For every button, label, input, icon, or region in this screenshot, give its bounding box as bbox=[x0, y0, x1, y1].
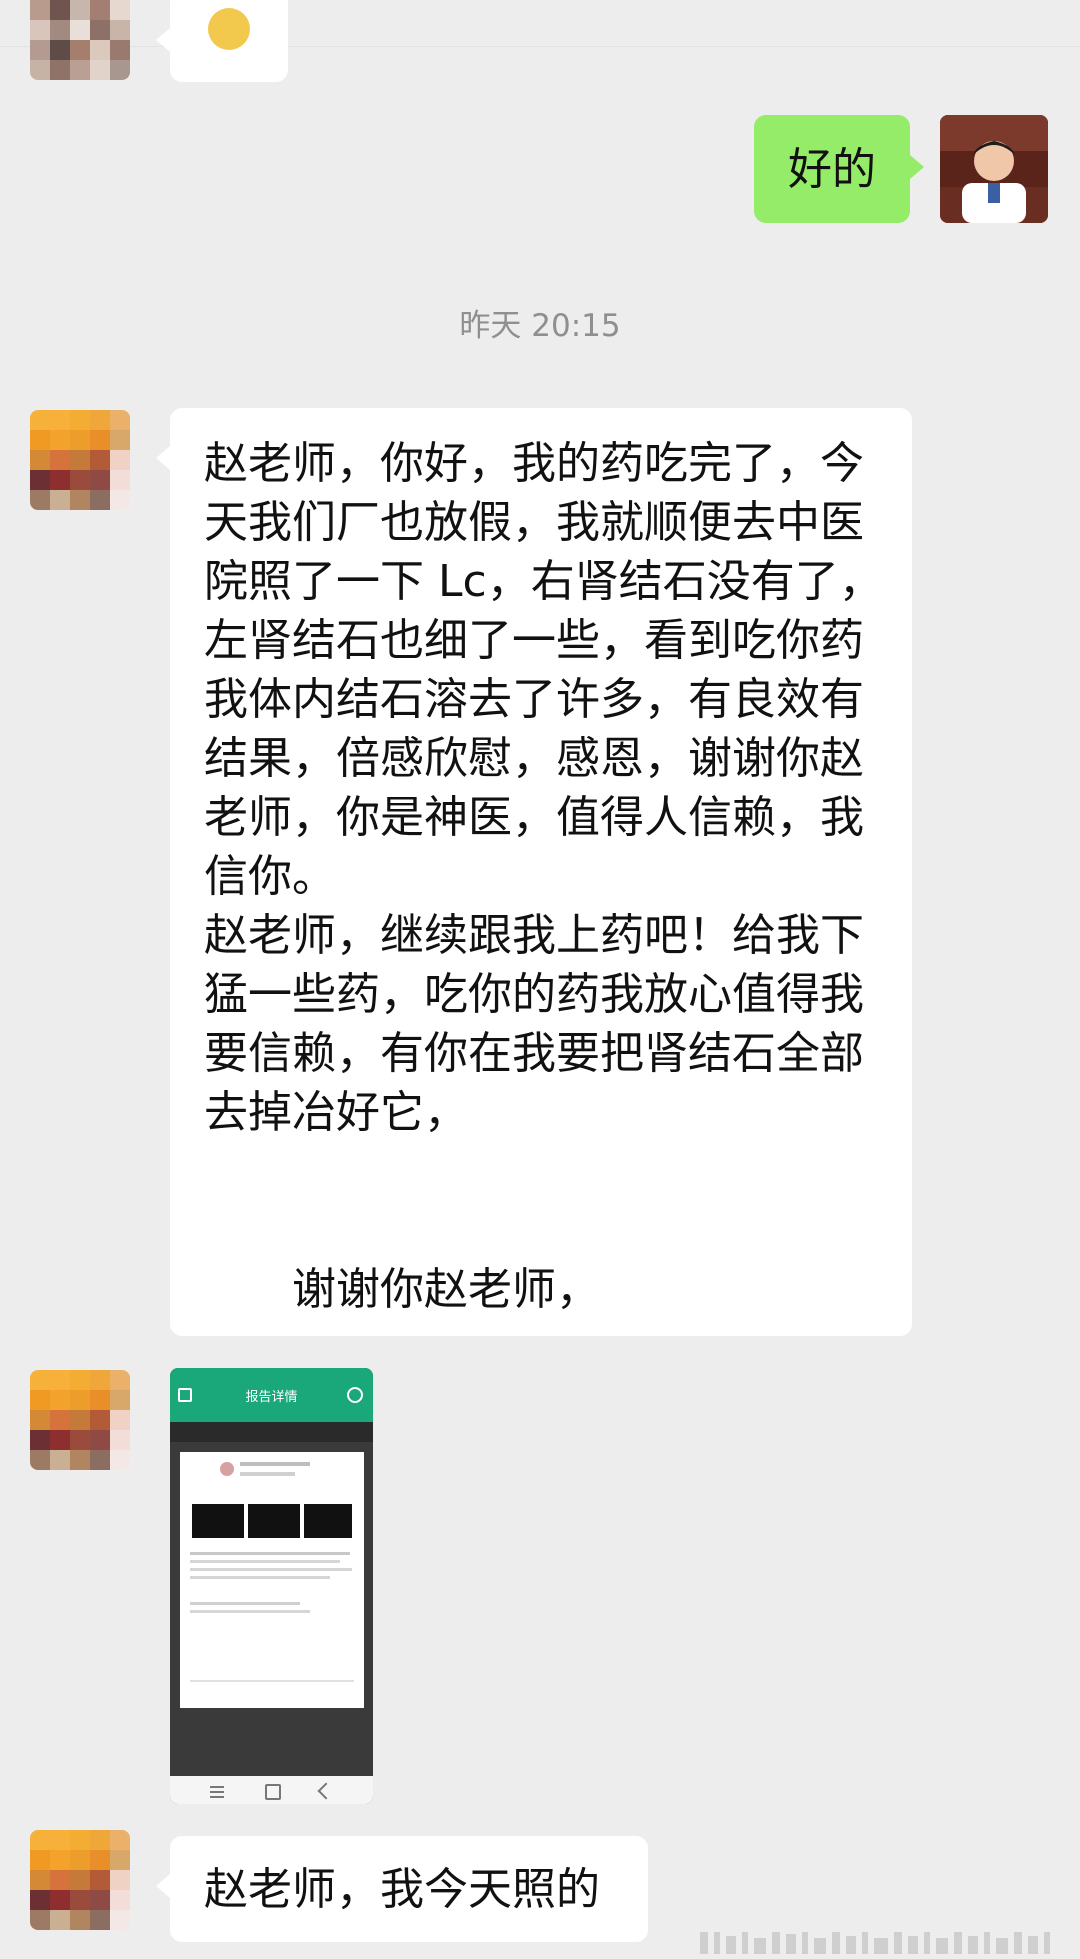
contact-avatar[interactable] bbox=[30, 1370, 130, 1470]
message-bubble-self[interactable]: 好的 bbox=[754, 115, 924, 223]
back-icon bbox=[317, 1782, 335, 1800]
pixelated-avatar-icon bbox=[30, 1370, 130, 1470]
ultrasound-image bbox=[248, 1504, 300, 1538]
contact-avatar[interactable] bbox=[30, 1830, 130, 1930]
message-line: 信你。 bbox=[204, 851, 336, 902]
watermark-bars-icon bbox=[700, 1932, 1050, 1954]
report-signature-line bbox=[190, 1680, 354, 1682]
message-line: 天我们厂也放假，我就顺便去中医 bbox=[204, 497, 864, 548]
message-line: 结果，倍感欣慰，感恩，谢谢你赵 bbox=[204, 733, 864, 784]
message-text: 好的 bbox=[788, 143, 876, 195]
report-text-line bbox=[190, 1610, 310, 1613]
message-line: 赵老师，继续跟我上药吧！给我下 bbox=[204, 910, 864, 961]
message-line: 院照了一下 Lc，右肾结石没有了， bbox=[204, 556, 883, 607]
report-text-line bbox=[190, 1560, 340, 1563]
report-text-line bbox=[190, 1568, 352, 1571]
message-text: 赵老师，我今天照的 bbox=[204, 1864, 600, 1915]
message-line: 我体内结石溶去了许多，有良效有 bbox=[204, 674, 864, 725]
report-text-line bbox=[190, 1602, 300, 1605]
report-header-bar: 报告详情 bbox=[170, 1368, 373, 1422]
message-line: 老师，你是神医，值得人信赖，我 bbox=[204, 792, 864, 843]
home-nav-icon bbox=[265, 1784, 281, 1800]
report-heading-line bbox=[240, 1472, 295, 1476]
message-line bbox=[204, 1142, 894, 1201]
report-text-line bbox=[190, 1576, 330, 1579]
pixelated-avatar-icon bbox=[30, 410, 130, 510]
message-line: 赵老师，你好，我的药吃完了，今 bbox=[204, 438, 864, 489]
report-navbar bbox=[170, 1776, 373, 1804]
doctor-avatar-icon bbox=[940, 115, 1048, 223]
message-bubble-top[interactable] bbox=[156, 0, 288, 82]
report-image-message[interactable]: 报告详情 bbox=[170, 1368, 373, 1804]
report-page bbox=[180, 1452, 364, 1708]
doctor-avatar[interactable] bbox=[940, 115, 1048, 223]
report-heading-line bbox=[240, 1462, 310, 1466]
more-icon bbox=[347, 1387, 363, 1403]
home-icon bbox=[178, 1388, 192, 1402]
chat-timestamp: 昨天 20:15 bbox=[459, 308, 621, 344]
report-text-line bbox=[190, 1552, 350, 1555]
emoji-icon bbox=[208, 8, 250, 50]
hospital-logo-icon bbox=[220, 1462, 234, 1476]
menu-icon bbox=[210, 1786, 224, 1788]
contact-avatar[interactable] bbox=[30, 410, 130, 510]
ultrasound-image bbox=[192, 1504, 244, 1538]
message-line: 左肾结石也细了一些，看到吃你药 bbox=[204, 615, 864, 666]
pixelated-avatar-icon bbox=[30, 1830, 130, 1930]
message-line: 要信赖，有你在我要把肾结石全部 bbox=[204, 1028, 864, 1079]
message-bubble-long[interactable]: 赵老师，你好，我的药吃完了，今 天我们厂也放假，我就顺便去中医 院照了一下 Lc… bbox=[156, 408, 912, 1336]
pixelated-avatar-icon bbox=[30, 0, 130, 80]
contact-avatar-top[interactable] bbox=[30, 0, 130, 80]
report-title: 报告详情 bbox=[245, 1390, 298, 1405]
ultrasound-image bbox=[304, 1504, 352, 1538]
message-line: 谢谢你赵老师， bbox=[204, 1264, 600, 1315]
report-toolbar bbox=[170, 1422, 373, 1442]
message-line bbox=[204, 1201, 894, 1260]
message-text-long: 赵老师，你好，我的药吃完了，今 天我们厂也放假，我就顺便去中医 院照了一下 Lc… bbox=[204, 434, 894, 1319]
message-line: 猛一些药，吃你的药我放心值得我 bbox=[204, 969, 864, 1020]
message-bubble-last[interactable]: 赵老师，我今天照的 bbox=[156, 1836, 648, 1942]
message-line: 去掉冶好它， bbox=[204, 1087, 468, 1138]
